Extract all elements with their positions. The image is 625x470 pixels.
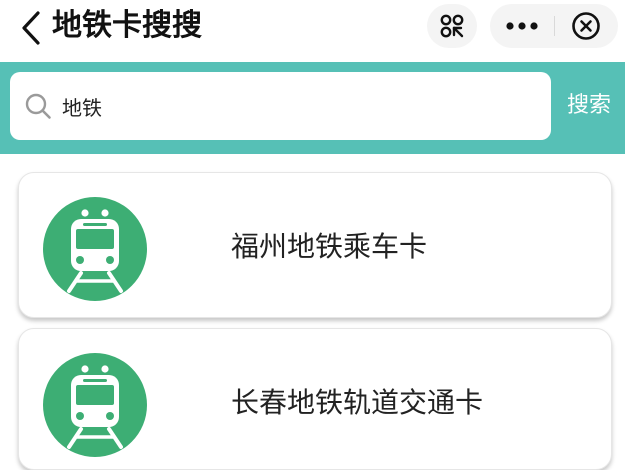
close-button[interactable] — [556, 4, 616, 48]
metro-train-icon — [43, 353, 147, 457]
scan-button[interactable] — [427, 4, 477, 48]
result-card-label: 长春地铁轨道交通卡 — [231, 386, 484, 419]
top-nav-bar: 地铁卡搜搜 — [0, 0, 625, 60]
chevron-left-icon — [22, 11, 40, 45]
scan-icon — [440, 14, 464, 38]
mini-program-capsule — [490, 4, 618, 48]
metro-train-icon — [43, 197, 147, 301]
more-dots-icon — [506, 22, 538, 30]
result-card-changchun[interactable]: 长春地铁轨道交通卡 — [18, 328, 612, 470]
capsule-divider — [554, 16, 555, 36]
close-circle-icon — [572, 12, 600, 40]
back-button[interactable] — [16, 10, 46, 46]
more-button[interactable] — [492, 4, 552, 48]
search-input[interactable] — [62, 86, 532, 126]
result-card-fuzhou[interactable]: 福州地铁乘车卡 — [18, 172, 612, 318]
page-title: 地铁卡搜搜 — [52, 8, 202, 43]
search-bar: 搜索 — [0, 62, 625, 154]
search-icon — [25, 93, 51, 119]
search-box[interactable] — [10, 72, 551, 140]
search-button[interactable]: 搜索 — [558, 86, 620, 126]
result-card-label: 福州地铁乘车卡 — [231, 230, 428, 263]
